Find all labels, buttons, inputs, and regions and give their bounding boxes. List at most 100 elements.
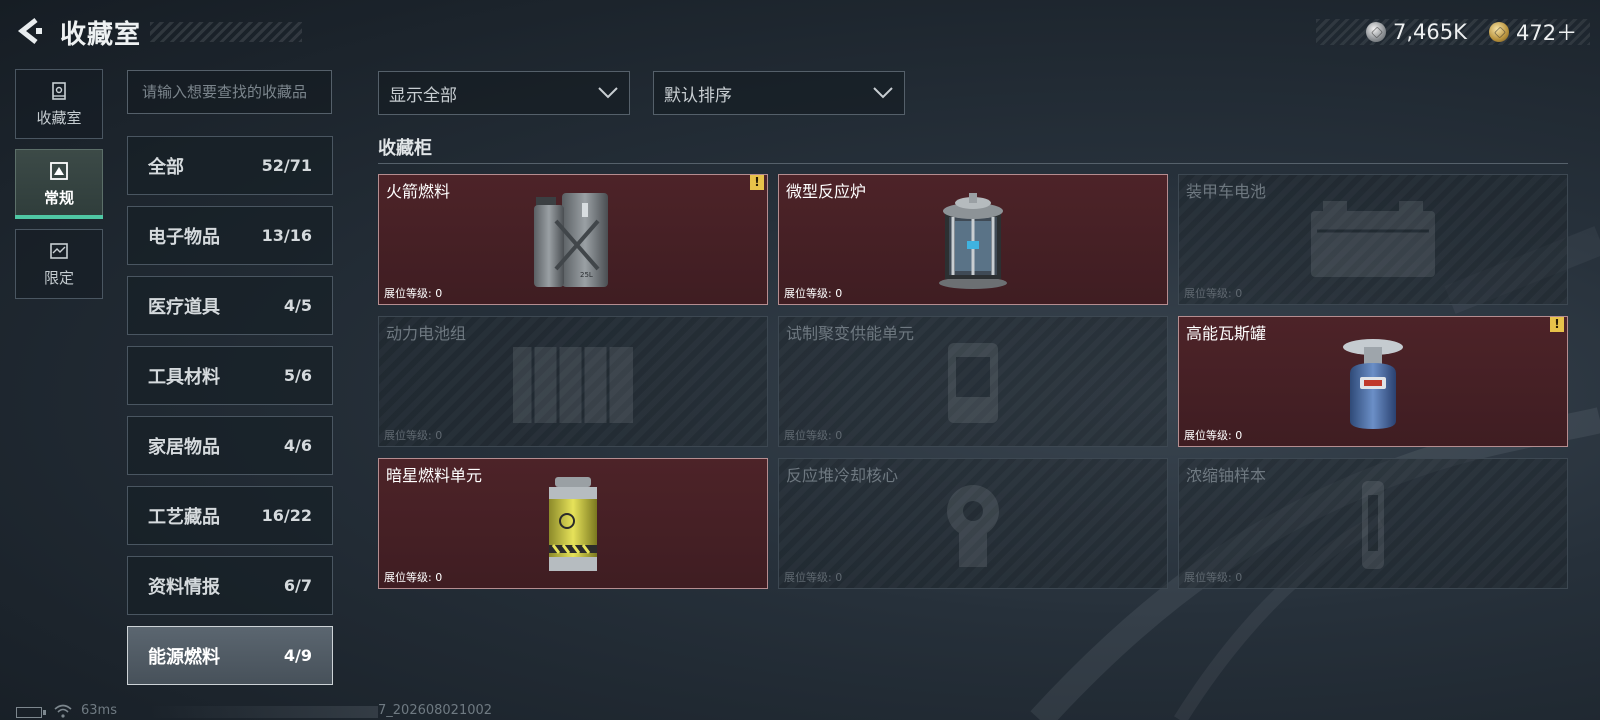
- level-value: 0: [435, 429, 443, 442]
- category-name: 资料情报: [148, 576, 220, 598]
- item-name: 微型反应炉: [786, 182, 867, 201]
- search-input[interactable]: [127, 70, 332, 114]
- ping-value: 63ms: [81, 703, 117, 718]
- level-label: 展位等级:: [784, 287, 836, 300]
- item-name: 反应堆冷却核心: [786, 466, 899, 485]
- level-value: 0: [1235, 571, 1243, 584]
- category-name: 能源燃料: [148, 646, 220, 668]
- chevron-down-icon: [598, 87, 618, 99]
- category-tools[interactable]: 工具材料 5/6: [127, 346, 333, 405]
- category-name: 工具材料: [148, 366, 220, 388]
- category-count: 4/5: [283, 296, 312, 315]
- item-name: 装甲车电池: [1186, 182, 1267, 201]
- can-capacity-label: 25L: [580, 271, 593, 279]
- level-value: 0: [835, 287, 843, 300]
- category-count: 13/16: [261, 226, 312, 245]
- nav-label: 收藏室: [36, 108, 82, 127]
- chevron-down-icon: [873, 87, 893, 99]
- nav-regular[interactable]: 常规: [15, 149, 103, 219]
- item-name: 浓缩铀样本: [1186, 466, 1267, 485]
- gold-coin-icon: [1489, 22, 1509, 42]
- regular-collection-icon: [50, 161, 68, 180]
- display-filter-dropdown[interactable]: 显示全部: [378, 71, 630, 115]
- item-card-dark-star-fuel-cell[interactable]: 暗星燃料单元 展位等级: 0: [378, 458, 768, 589]
- level-label: 展位等级:: [1184, 287, 1236, 300]
- wifi-icon: [54, 704, 72, 718]
- nav-limited[interactable]: 限定: [15, 229, 103, 299]
- level-value: 0: [835, 571, 843, 584]
- category-count: 5/6: [283, 366, 312, 385]
- category-count: 6/7: [283, 576, 312, 595]
- item-card-reactor-cooling-core[interactable]: 反应堆冷却核心 展位等级: 0: [778, 458, 1168, 589]
- item-level: 展位等级: 0: [1184, 569, 1242, 585]
- item-card-power-battery-pack[interactable]: 动力电池组 展位等级: 0: [378, 316, 768, 447]
- level-value: 0: [835, 429, 843, 442]
- category-household[interactable]: 家居物品 4/6: [127, 416, 333, 475]
- category-energy-fuel[interactable]: 能源燃料 4/9: [127, 626, 333, 685]
- sort-dropdown[interactable]: 默认排序: [653, 71, 905, 115]
- vehicle-battery-icon: [1311, 201, 1435, 277]
- item-level: 展位等级: 0: [384, 569, 442, 585]
- item-card-rocket-fuel[interactable]: 火箭燃料 ! 25L 展位等级: 0: [378, 174, 768, 305]
- top-bar: 收藏室 7,465K 472＋: [0, 0, 1600, 64]
- item-level: 展位等级: 0: [784, 285, 842, 301]
- item-name: 动力电池组: [386, 324, 467, 343]
- silver-currency[interactable]: 7,465K: [1366, 19, 1467, 45]
- limited-collection-icon: [50, 242, 68, 259]
- fuel-cell-icon: [549, 477, 597, 571]
- category-name: 医疗道具: [148, 296, 220, 318]
- fusion-unit-icon: [948, 343, 998, 423]
- gas-canister-icon: [1343, 339, 1403, 429]
- item-card-enriched-uranium-sample[interactable]: 浓缩铀样本 展位等级: 0: [1178, 458, 1568, 589]
- level-label: 展位等级:: [384, 287, 436, 300]
- item-level: 展位等级: 0: [384, 285, 442, 301]
- cooling-core-icon: [947, 485, 999, 567]
- category-intel[interactable]: 资料情报 6/7: [127, 556, 333, 615]
- back-arrow-icon[interactable]: [14, 16, 44, 46]
- category-electronics[interactable]: 电子物品 13/16: [127, 206, 333, 265]
- item-name: 高能瓦斯罐: [1186, 324, 1267, 343]
- category-name: 电子物品: [148, 226, 220, 248]
- category-name: 家居物品: [148, 436, 220, 458]
- item-card-fusion-power-unit[interactable]: 试制聚变供能单元 展位等级: 0: [778, 316, 1168, 447]
- item-level: 展位等级: 0: [784, 427, 842, 443]
- gold-currency-value: 472＋: [1516, 21, 1578, 45]
- battery-icon: [16, 707, 46, 718]
- nav-collection-room[interactable]: 收藏室: [15, 69, 103, 139]
- alert-icon: !: [1550, 317, 1564, 332]
- category-count: 16/22: [261, 506, 312, 525]
- silver-currency-value: 7,465K: [1393, 20, 1467, 44]
- level-value: 0: [1235, 287, 1243, 300]
- title-decoration: [150, 22, 302, 42]
- mini-reactor-icon: [939, 193, 1007, 289]
- alert-icon: !: [750, 175, 764, 190]
- category-count: 4/6: [283, 436, 312, 455]
- section-title: 收藏柜: [378, 138, 432, 159]
- section-divider: [378, 163, 1568, 164]
- item-level: 展位等级: 0: [1184, 285, 1242, 301]
- build-version: 7_202608021002: [378, 703, 493, 718]
- nav-label: 限定: [43, 268, 74, 287]
- display-filter-value: 显示全部: [389, 85, 457, 106]
- category-name: 全部: [148, 156, 184, 178]
- category-all[interactable]: 全部 52/71: [127, 136, 333, 195]
- level-value: 0: [1235, 429, 1243, 442]
- gold-currency[interactable]: 472＋: [1489, 19, 1577, 45]
- uranium-sample-icon: [1362, 481, 1384, 569]
- item-card-armored-vehicle-battery[interactable]: 装甲车电池 展位等级: 0: [1178, 174, 1568, 305]
- sort-value: 默认排序: [664, 85, 732, 106]
- category-medical[interactable]: 医疗道具 4/5: [127, 276, 333, 335]
- battery-pack-icon: [513, 347, 633, 423]
- item-card-mini-reactor[interactable]: 微型反应炉 展位等级: 0: [778, 174, 1168, 305]
- item-level: 展位等级: 0: [1184, 427, 1242, 443]
- level-label: 展位等级:: [784, 571, 836, 584]
- level-label: 展位等级:: [784, 429, 836, 442]
- item-level: 展位等级: 0: [384, 427, 442, 443]
- display-case-icon: [52, 81, 66, 100]
- level-value: 0: [435, 571, 443, 584]
- build-bar: [150, 706, 378, 718]
- item-level: 展位等级: 0: [784, 569, 842, 585]
- silver-coin-icon: [1366, 22, 1386, 42]
- item-card-high-energy-gas-canister[interactable]: 高能瓦斯罐 ! 展位等级: 0: [1178, 316, 1568, 447]
- category-crafts[interactable]: 工艺藏品 16/22: [127, 486, 333, 545]
